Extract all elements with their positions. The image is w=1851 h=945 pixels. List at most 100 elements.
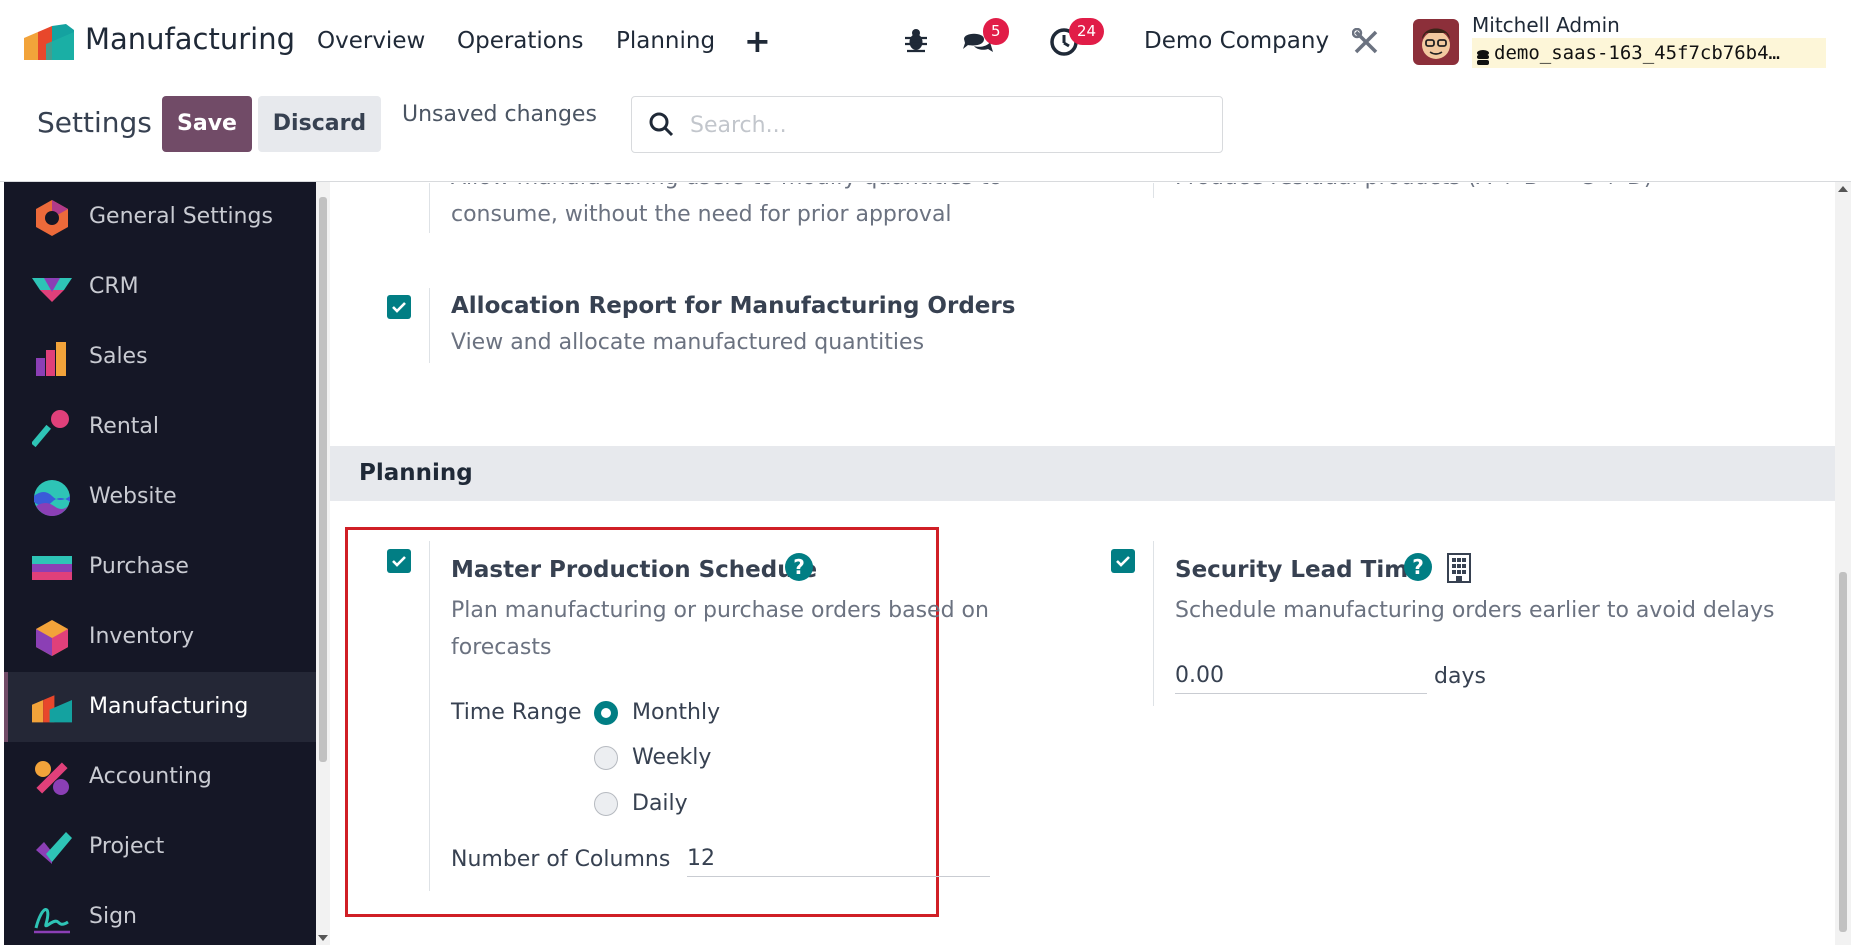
security-lead-time-help-icon[interactable]: ? <box>1404 553 1432 581</box>
mps-help-icon[interactable]: ? <box>785 553 813 581</box>
purchase-icon <box>32 548 72 588</box>
allocation-report-checkbox[interactable] <box>387 295 411 319</box>
company-switcher[interactable]: Demo Company <box>1144 28 1329 54</box>
new-menu-plus-icon[interactable]: + <box>744 22 771 60</box>
search-input[interactable] <box>690 109 1190 141</box>
content-scrollbar[interactable] <box>1835 182 1851 945</box>
sidebar-item-label: General Settings <box>89 204 273 229</box>
sidebar-item-rental[interactable]: Rental <box>4 392 316 462</box>
settings-sidebar: General Settings CRM Sales Rental Websit… <box>4 182 316 945</box>
menu-planning[interactable]: Planning <box>616 28 715 54</box>
sidebar-item-inventory[interactable]: Inventory <box>4 602 316 672</box>
menu-operations[interactable]: Operations <box>457 28 583 54</box>
manufacturing-app-icon[interactable] <box>24 24 74 60</box>
flexible-consumption-desc: consume, without the need for prior appr… <box>451 202 952 227</box>
security-lead-time-input[interactable] <box>1175 658 1427 694</box>
website-icon <box>32 478 72 518</box>
mps-title: Master Production Schedule <box>451 557 818 583</box>
time-range-daily-radio[interactable] <box>594 792 618 816</box>
search-icon <box>648 111 674 141</box>
sidebar-item-label: CRM <box>89 274 139 299</box>
scroll-down-arrow-icon[interactable] <box>318 935 328 941</box>
settings-tools-icon[interactable] <box>1351 27 1380 60</box>
allocation-report-desc: View and allocate manufactured quantitie… <box>451 330 925 355</box>
activities-count-badge: 24 <box>1069 18 1105 45</box>
sidebar-item-label: Sign <box>89 904 137 929</box>
byproduct-desc-partial: Allow manufacturing users to modify quan… <box>451 183 1002 196</box>
planning-section-header: Planning <box>330 446 1835 501</box>
discard-button[interactable]: Discard <box>258 96 381 152</box>
time-range-label: Time Range <box>451 700 582 725</box>
sidebar-item-sign[interactable]: Sign <box>4 882 316 945</box>
time-range-weekly-radio[interactable] <box>594 746 618 770</box>
time-range-monthly-radio[interactable] <box>594 701 618 725</box>
rental-icon <box>30 408 72 448</box>
allocation-report-title: Allocation Report for Manufacturing Orde… <box>451 293 1016 319</box>
breadcrumb: Settings <box>37 106 152 139</box>
sidebar-item-crm[interactable]: CRM <box>4 252 316 322</box>
sign-icon <box>32 898 72 938</box>
security-lead-time-checkbox[interactable] <box>1111 549 1135 573</box>
security-lead-time-unit: days <box>1434 664 1486 689</box>
time-range-daily-label[interactable]: Daily <box>632 791 688 816</box>
sidebar-scrollbar[interactable] <box>316 182 330 945</box>
sidebar-item-label: Inventory <box>89 624 195 649</box>
sidebar-item-website[interactable]: Website <box>4 462 316 532</box>
setting-divider <box>429 288 430 363</box>
manufacturing-icon <box>32 688 72 728</box>
scroll-up-arrow-icon[interactable] <box>1838 186 1848 192</box>
project-icon <box>32 828 72 868</box>
sales-icon <box>32 338 72 378</box>
top-navbar: Manufacturing Overview Operations Planni… <box>0 0 1851 82</box>
accounting-icon <box>32 758 72 798</box>
time-range-monthly-label[interactable]: Monthly <box>632 700 720 725</box>
sidebar-item-label: Purchase <box>89 554 189 579</box>
control-panel: Settings Save Discard Unsaved changes <box>0 82 1851 182</box>
sidebar-scrollbar-thumb[interactable] <box>319 197 327 762</box>
user-avatar[interactable] <box>1413 19 1459 65</box>
sidebar-item-label: Sales <box>89 344 148 369</box>
sidebar-item-project[interactable]: Project <box>4 812 316 882</box>
company-building-icon <box>1446 552 1472 588</box>
number-of-columns-label: Number of Columns <box>451 847 671 872</box>
menu-overview[interactable]: Overview <box>317 28 425 54</box>
security-lead-time-desc: Schedule manufacturing orders earlier to… <box>1175 598 1775 623</box>
setting-divider <box>429 541 430 891</box>
sidebar-item-label: Manufacturing <box>89 694 249 719</box>
user-name[interactable]: Mitchell Admin <box>1472 13 1620 37</box>
section-title: Planning <box>359 460 473 486</box>
debug-bug-icon[interactable] <box>904 27 928 57</box>
mps-desc-line1: Plan manufacturing or purchase orders ba… <box>451 598 989 623</box>
time-range-weekly-label[interactable]: Weekly <box>632 745 711 770</box>
database-name-text: demo_saas-163_45f7cb76b4… <box>1494 42 1780 64</box>
setting-divider <box>429 183 430 233</box>
mps-checkbox[interactable] <box>387 549 411 573</box>
sidebar-item-general-settings[interactable]: General Settings <box>4 182 316 252</box>
sidebar-item-accounting[interactable]: Accounting <box>4 742 316 812</box>
mps-desc-line2: forecasts <box>451 635 552 660</box>
setting-divider <box>1153 183 1154 198</box>
unsaved-changes-status: Unsaved changes <box>402 102 597 127</box>
crm-icon <box>32 268 72 308</box>
security-lead-time-title: Security Lead Time <box>1175 557 1424 583</box>
sidebar-item-label: Website <box>89 484 177 509</box>
sidebar-item-purchase[interactable]: Purchase <box>4 532 316 602</box>
byproducts-desc-partial: Produce residual products (A + B -> C + … <box>1175 183 1652 196</box>
sidebar-item-manufacturing[interactable]: Manufacturing <box>4 672 316 742</box>
search-box[interactable] <box>631 96 1223 153</box>
database-name: demo_saas-163_45f7cb76b4… <box>1472 38 1826 68</box>
messages-count-badge: 5 <box>983 18 1009 45</box>
general-settings-icon <box>32 198 72 238</box>
number-of-columns-input[interactable] <box>687 841 990 877</box>
settings-content: Allow manufacturing users to modify quan… <box>330 183 1835 945</box>
sidebar-item-label: Accounting <box>89 764 212 789</box>
setting-divider <box>1153 541 1154 706</box>
database-icon <box>1477 45 1489 68</box>
inventory-icon <box>32 618 72 658</box>
app-name[interactable]: Manufacturing <box>85 22 295 56</box>
sidebar-item-label: Project <box>89 834 165 859</box>
sidebar-item-sales[interactable]: Sales <box>4 322 316 392</box>
sidebar-item-label: Rental <box>89 414 159 439</box>
content-scrollbar-thumb[interactable] <box>1839 572 1847 932</box>
save-button[interactable]: Save <box>162 96 252 152</box>
